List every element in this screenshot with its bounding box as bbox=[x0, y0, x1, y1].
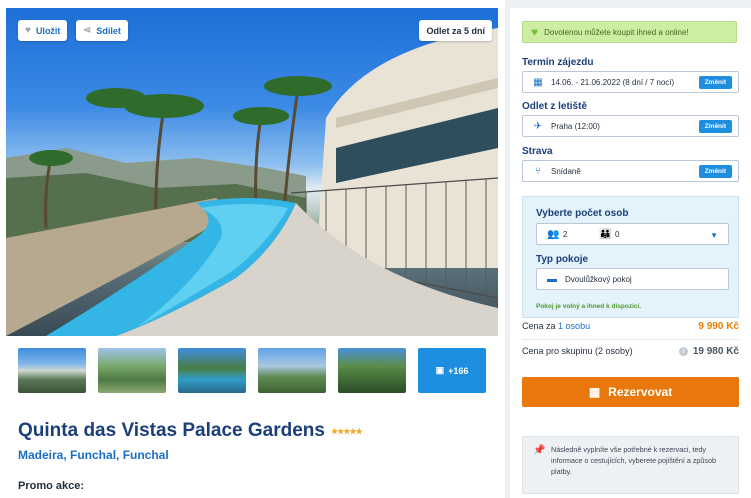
gallery-thumbnail[interactable] bbox=[338, 348, 406, 393]
gallery-more-button[interactable]: ▣ +166 bbox=[418, 348, 486, 393]
board-value: Snídaně bbox=[551, 166, 581, 176]
availability-text: Pokoj je volný a ihned k dispozici. bbox=[536, 303, 642, 310]
hotel-detail: ♥ Uložit ⋖ Sdílet Odlet za 5 dní ▣ +166 … bbox=[0, 0, 505, 498]
airport-value: Praha (12:00) bbox=[551, 121, 600, 131]
room-select[interactable]: ▬ Dvoulůžkový pokoj bbox=[536, 268, 729, 290]
bed-icon: ▬ bbox=[547, 273, 557, 285]
cutlery-icon: ⑂ bbox=[535, 165, 541, 177]
heart-icon: ♥ bbox=[531, 25, 539, 39]
info-icon[interactable]: i bbox=[678, 347, 688, 356]
change-term-button[interactable]: Změnit bbox=[698, 76, 732, 89]
children-icon: 👪 bbox=[599, 228, 612, 240]
hotel-name: Quinta das Vistas Palace Gardens bbox=[18, 420, 325, 441]
hotel-title: Quinta das Vistas Palace Gardens ★★★★★ bbox=[18, 420, 363, 442]
hotel-location[interactable]: Madeira, Funchal, Funchal bbox=[18, 448, 169, 462]
star-rating: ★★★★★ bbox=[330, 426, 363, 436]
term-label: Termín zájezdu bbox=[522, 57, 594, 68]
price-group-row: Cena pro skupinu (2 osoby) i 19 980 Kč bbox=[522, 346, 739, 357]
share-button[interactable]: ⋖ Sdílet bbox=[76, 20, 128, 41]
reserve-button[interactable]: ▦ Rezervovat bbox=[522, 377, 739, 407]
hero-image[interactable]: ♥ Uložit ⋖ Sdílet Odlet za 5 dní bbox=[6, 8, 498, 336]
pin-icon: 📌 bbox=[533, 445, 546, 456]
divider bbox=[522, 339, 739, 340]
share-label: Sdílet bbox=[96, 25, 121, 36]
adults-icon: 👥 bbox=[547, 228, 560, 240]
occupancy-box: Vyberte počet osob 👥 2 👪 0 ▼ Typ pokoje … bbox=[522, 196, 739, 318]
board-field[interactable]: ⑂ Snídaně Změnit bbox=[522, 160, 739, 182]
persons-label: Vyberte počet osob bbox=[536, 208, 629, 219]
price-group: 19 980 Kč bbox=[692, 346, 739, 357]
change-airport-button[interactable]: Změnit bbox=[698, 120, 732, 133]
price-group-label: Cena pro skupinu (2 osoby) bbox=[522, 346, 633, 356]
reserve-label: Rezervovat bbox=[608, 385, 673, 399]
room-value: Dvoulůžkový pokoj bbox=[565, 274, 632, 284]
gallery-thumbnail[interactable] bbox=[18, 348, 86, 393]
save-label: Uložit bbox=[35, 25, 61, 36]
banner-text: Dovolenou můžete koupit ihned a online! bbox=[544, 27, 689, 37]
gallery-thumbnail[interactable] bbox=[258, 348, 326, 393]
room-label: Typ pokoje bbox=[536, 254, 589, 265]
price-per-person: 9 990 Kč bbox=[698, 321, 739, 332]
persons-select[interactable]: 👥 2 👪 0 ▼ bbox=[536, 223, 729, 245]
gallery-thumbnail[interactable] bbox=[178, 348, 246, 393]
gallery-thumbnail[interactable] bbox=[98, 348, 166, 393]
price-per-person-row: Cena za 1 osobu 9 990 Kč bbox=[522, 321, 739, 332]
price-per-person-label: Cena za bbox=[522, 321, 556, 331]
children-count: 0 bbox=[615, 229, 620, 239]
gallery-more-label: +166 bbox=[448, 365, 469, 376]
adults-count: 2 bbox=[563, 229, 568, 239]
plane-icon: ✈ bbox=[533, 120, 543, 132]
reservation-note: 📌 Následně vyplníte vše potřebné k rezer… bbox=[522, 436, 739, 494]
departure-badge-label: Odlet za 5 dní bbox=[426, 25, 485, 36]
departure-badge: Odlet za 5 dní bbox=[419, 20, 492, 41]
note-text: Následně vyplníte vše potřebné k rezerva… bbox=[551, 445, 717, 476]
gallery-thumbnails: ▣ +166 bbox=[18, 348, 486, 393]
airport-label: Odlet z letiště bbox=[522, 101, 588, 112]
airport-field[interactable]: ✈ Praha (12:00) Změnit bbox=[522, 115, 739, 137]
change-board-button[interactable]: Změnit bbox=[698, 165, 732, 178]
hero-photo bbox=[6, 28, 498, 336]
calendar-icon: ▦ bbox=[533, 76, 543, 88]
heart-icon: ♥ bbox=[25, 25, 31, 36]
online-purchase-banner: ♥ Dovolenou můžete koupit ihned a online… bbox=[522, 21, 737, 43]
board-label: Strava bbox=[522, 146, 553, 157]
photos-icon: ▣ bbox=[435, 365, 445, 375]
share-icon: ⋖ bbox=[83, 25, 92, 36]
term-field[interactable]: ▦ 14.06. - 21.06.2022 (8 dní / 7 nocí) Z… bbox=[522, 71, 739, 93]
price-per-person-qty: 1 osobu bbox=[558, 321, 591, 331]
booking-panel: ♥ Dovolenou můžete koupit ihned a online… bbox=[510, 8, 751, 498]
chevron-down-icon: ▼ bbox=[710, 231, 718, 240]
promo-label: Promo akce: bbox=[18, 480, 85, 492]
calendar-icon: ▦ bbox=[588, 385, 601, 399]
term-value: 14.06. - 21.06.2022 (8 dní / 7 nocí) bbox=[551, 77, 675, 87]
save-button[interactable]: ♥ Uložit bbox=[18, 20, 68, 41]
